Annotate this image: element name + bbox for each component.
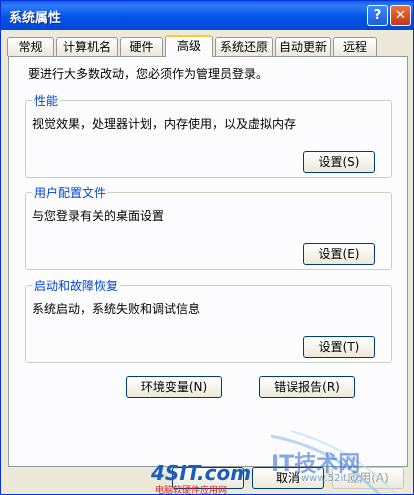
performance-group: 性能 视觉效果，处理器计划，内存使用，以及虚拟内存 设置(S) (25, 92, 392, 178)
ok-button[interactable] (172, 467, 244, 489)
help-button[interactable]: ? (367, 5, 388, 26)
tab-advanced[interactable]: 高级 (165, 35, 213, 57)
performance-group-title: 性能 (32, 92, 61, 109)
user-profiles-settings-button[interactable]: 设置(E) (303, 243, 375, 265)
tab-system-restore[interactable]: 系统还原 (215, 37, 273, 56)
close-button[interactable]: ✕ (390, 5, 411, 26)
title-bar[interactable]: 系统属性 ? ✕ (1, 1, 413, 30)
advanced-tab-panel: 要进行大多数改动，您必须作为管理员登录。 性能 视觉效果，处理器计划，内存使用，… (8, 56, 408, 467)
environment-variables-button[interactable]: 环境变量(N) (126, 376, 222, 398)
apply-button[interactable]: 应用(A) (332, 467, 404, 489)
cancel-button[interactable]: 取消 (252, 467, 324, 489)
error-reporting-button[interactable]: 错误报告(R) (259, 376, 355, 398)
startup-recovery-settings-button[interactable]: 设置(T) (303, 336, 375, 358)
tab-computer-name[interactable]: 计算机名 (56, 37, 118, 56)
user-profiles-group: 用户配置文件 与您登录有关的桌面设置 设置(E) (25, 184, 392, 270)
startup-recovery-group: 启动和故障恢复 系统启动，系统失败和调试信息 设置(T) (25, 277, 392, 363)
tab-auto-update[interactable]: 自动更新 (275, 37, 331, 56)
admin-notice: 要进行大多数改动，您必须作为管理员登录。 (28, 67, 269, 81)
tab-general[interactable]: 常规 (7, 37, 54, 56)
tab-remote[interactable]: 远程 (333, 37, 377, 56)
user-profiles-description: 与您登录有关的桌面设置 (32, 209, 165, 223)
startup-recovery-description: 系统启动，系统失败和调试信息 (32, 302, 201, 316)
system-properties-dialog: 系统属性 ? ✕ 常规 计算机名 硬件 高级 系统还原 自动更新 远程 要进行大… (0, 0, 414, 495)
performance-description: 视觉效果，处理器计划，内存使用，以及虚拟内存 (32, 117, 297, 131)
performance-settings-button[interactable]: 设置(S) (303, 151, 375, 173)
startup-recovery-group-title: 启动和故障恢复 (32, 277, 121, 294)
tab-strip: 常规 计算机名 硬件 高级 系统还原 自动更新 远程 (1, 35, 413, 57)
user-profiles-group-title: 用户配置文件 (32, 184, 109, 201)
tab-hardware[interactable]: 硬件 (120, 37, 163, 56)
window-title: 系统属性 (9, 11, 62, 26)
